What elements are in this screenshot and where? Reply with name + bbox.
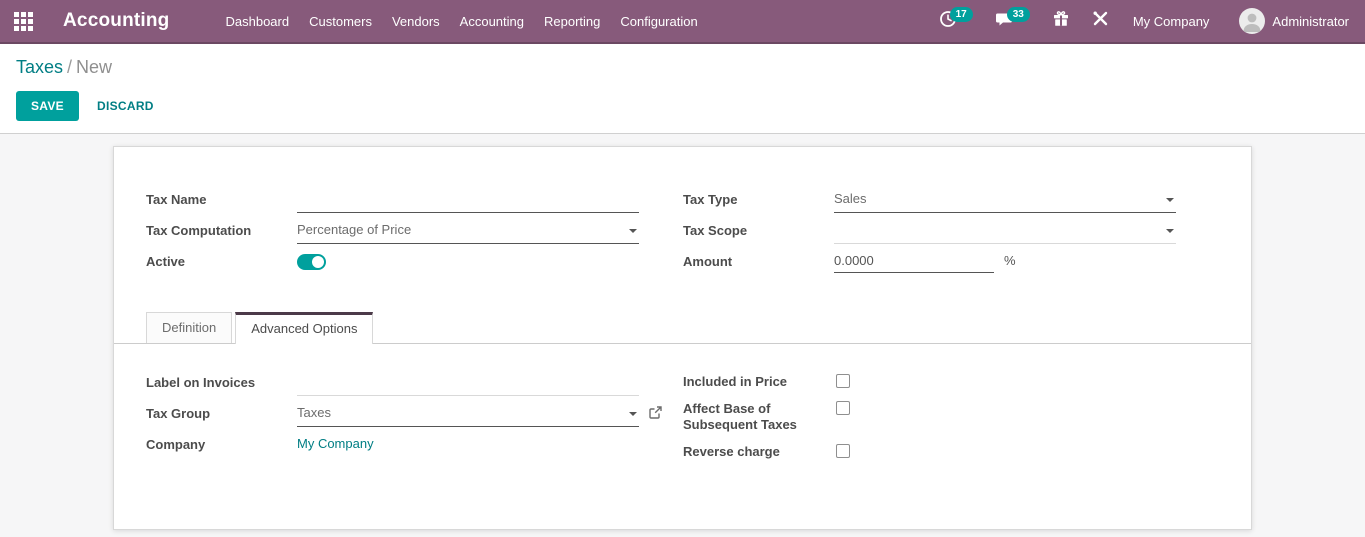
- external-link-icon[interactable]: [648, 405, 663, 425]
- tax-computation-label: Tax Computation: [146, 220, 297, 244]
- tax-scope-select[interactable]: [834, 220, 1176, 244]
- included-in-price-checkbox[interactable]: [836, 374, 850, 388]
- tax-computation-select[interactable]: Percentage of Price: [297, 220, 639, 244]
- message-count-badge: 33: [1007, 7, 1030, 22]
- chevron-down-icon: [629, 412, 637, 416]
- user-menu[interactable]: Administrator: [1225, 6, 1355, 36]
- gift-icon: [1052, 10, 1070, 33]
- breadcrumb-taxes[interactable]: Taxes: [16, 57, 63, 77]
- company-label: Company: [146, 434, 297, 458]
- avatar: [1239, 8, 1265, 34]
- content-area: Tax Name Tax Computation Percentage of P…: [0, 134, 1365, 537]
- main-menu: Dashboard Customers Vendors Accounting R…: [216, 1, 708, 42]
- save-button[interactable]: SAVE: [16, 91, 79, 121]
- chevron-down-icon: [1166, 229, 1174, 233]
- reverse-charge-label: Reverse charge: [683, 442, 836, 460]
- menu-accounting[interactable]: Accounting: [450, 1, 534, 42]
- reverse-charge-checkbox[interactable]: [836, 444, 850, 458]
- activity-count-badge: 17: [950, 7, 973, 22]
- menu-dashboard[interactable]: Dashboard: [216, 1, 300, 42]
- amount-percent-suffix: %: [1004, 251, 1016, 271]
- user-name: Administrator: [1272, 14, 1349, 29]
- app-title[interactable]: Accounting: [63, 10, 170, 32]
- messages-button[interactable]: 33: [987, 6, 1038, 37]
- tax-name-input[interactable]: [297, 189, 639, 210]
- form-sheet: Tax Name Tax Computation Percentage of P…: [113, 146, 1252, 530]
- label-on-invoices-input[interactable]: [297, 372, 639, 393]
- tax-type-label: Tax Type: [683, 189, 834, 213]
- apps-grid-icon[interactable]: [14, 12, 33, 31]
- active-toggle[interactable]: [297, 254, 326, 270]
- tax-scope-label: Tax Scope: [683, 220, 834, 244]
- company-switcher[interactable]: My Company: [1123, 10, 1220, 33]
- debug-tools-button[interactable]: [1084, 6, 1117, 36]
- advanced-options-panel: Label on Invoices Tax Group Taxes: [114, 344, 1251, 529]
- chevron-down-icon: [629, 229, 637, 233]
- affect-base-checkbox[interactable]: [836, 401, 850, 415]
- label-on-invoices-label: Label on Invoices: [146, 372, 297, 396]
- breadcrumb-current: New: [76, 57, 112, 77]
- breadcrumb: Taxes/New: [16, 57, 1349, 78]
- chevron-down-icon: [1166, 198, 1174, 202]
- tax-group-select[interactable]: Taxes: [297, 403, 639, 427]
- tax-name-label: Tax Name: [146, 189, 297, 213]
- control-panel: Taxes/New SAVE DISCARD: [0, 44, 1365, 134]
- breadcrumb-separator: /: [63, 57, 76, 77]
- tax-group-label: Tax Group: [146, 403, 297, 427]
- gift-button[interactable]: [1044, 6, 1078, 37]
- included-in-price-label: Included in Price: [683, 372, 836, 390]
- tax-type-select[interactable]: Sales: [834, 189, 1176, 213]
- active-label: Active: [146, 251, 297, 275]
- menu-reporting[interactable]: Reporting: [534, 1, 610, 42]
- top-navbar: Accounting Dashboard Customers Vendors A…: [0, 0, 1365, 44]
- activities-button[interactable]: 17: [931, 6, 981, 37]
- menu-configuration[interactable]: Configuration: [610, 1, 707, 42]
- discard-button[interactable]: DISCARD: [83, 91, 168, 121]
- menu-customers[interactable]: Customers: [299, 1, 382, 42]
- systray: 17 33 My Company Administrator: [931, 6, 1355, 37]
- menu-vendors[interactable]: Vendors: [382, 1, 450, 42]
- amount-input[interactable]: [834, 251, 994, 272]
- amount-label: Amount: [683, 251, 834, 275]
- tab-definition[interactable]: Definition: [146, 312, 232, 343]
- tools-icon: [1092, 10, 1109, 32]
- affect-base-label: Affect Base of Subsequent Taxes: [683, 399, 836, 433]
- company-link[interactable]: My Company: [297, 436, 374, 451]
- notebook-tabbar: Definition Advanced Options: [114, 312, 1251, 344]
- tab-advanced-options[interactable]: Advanced Options: [235, 312, 373, 344]
